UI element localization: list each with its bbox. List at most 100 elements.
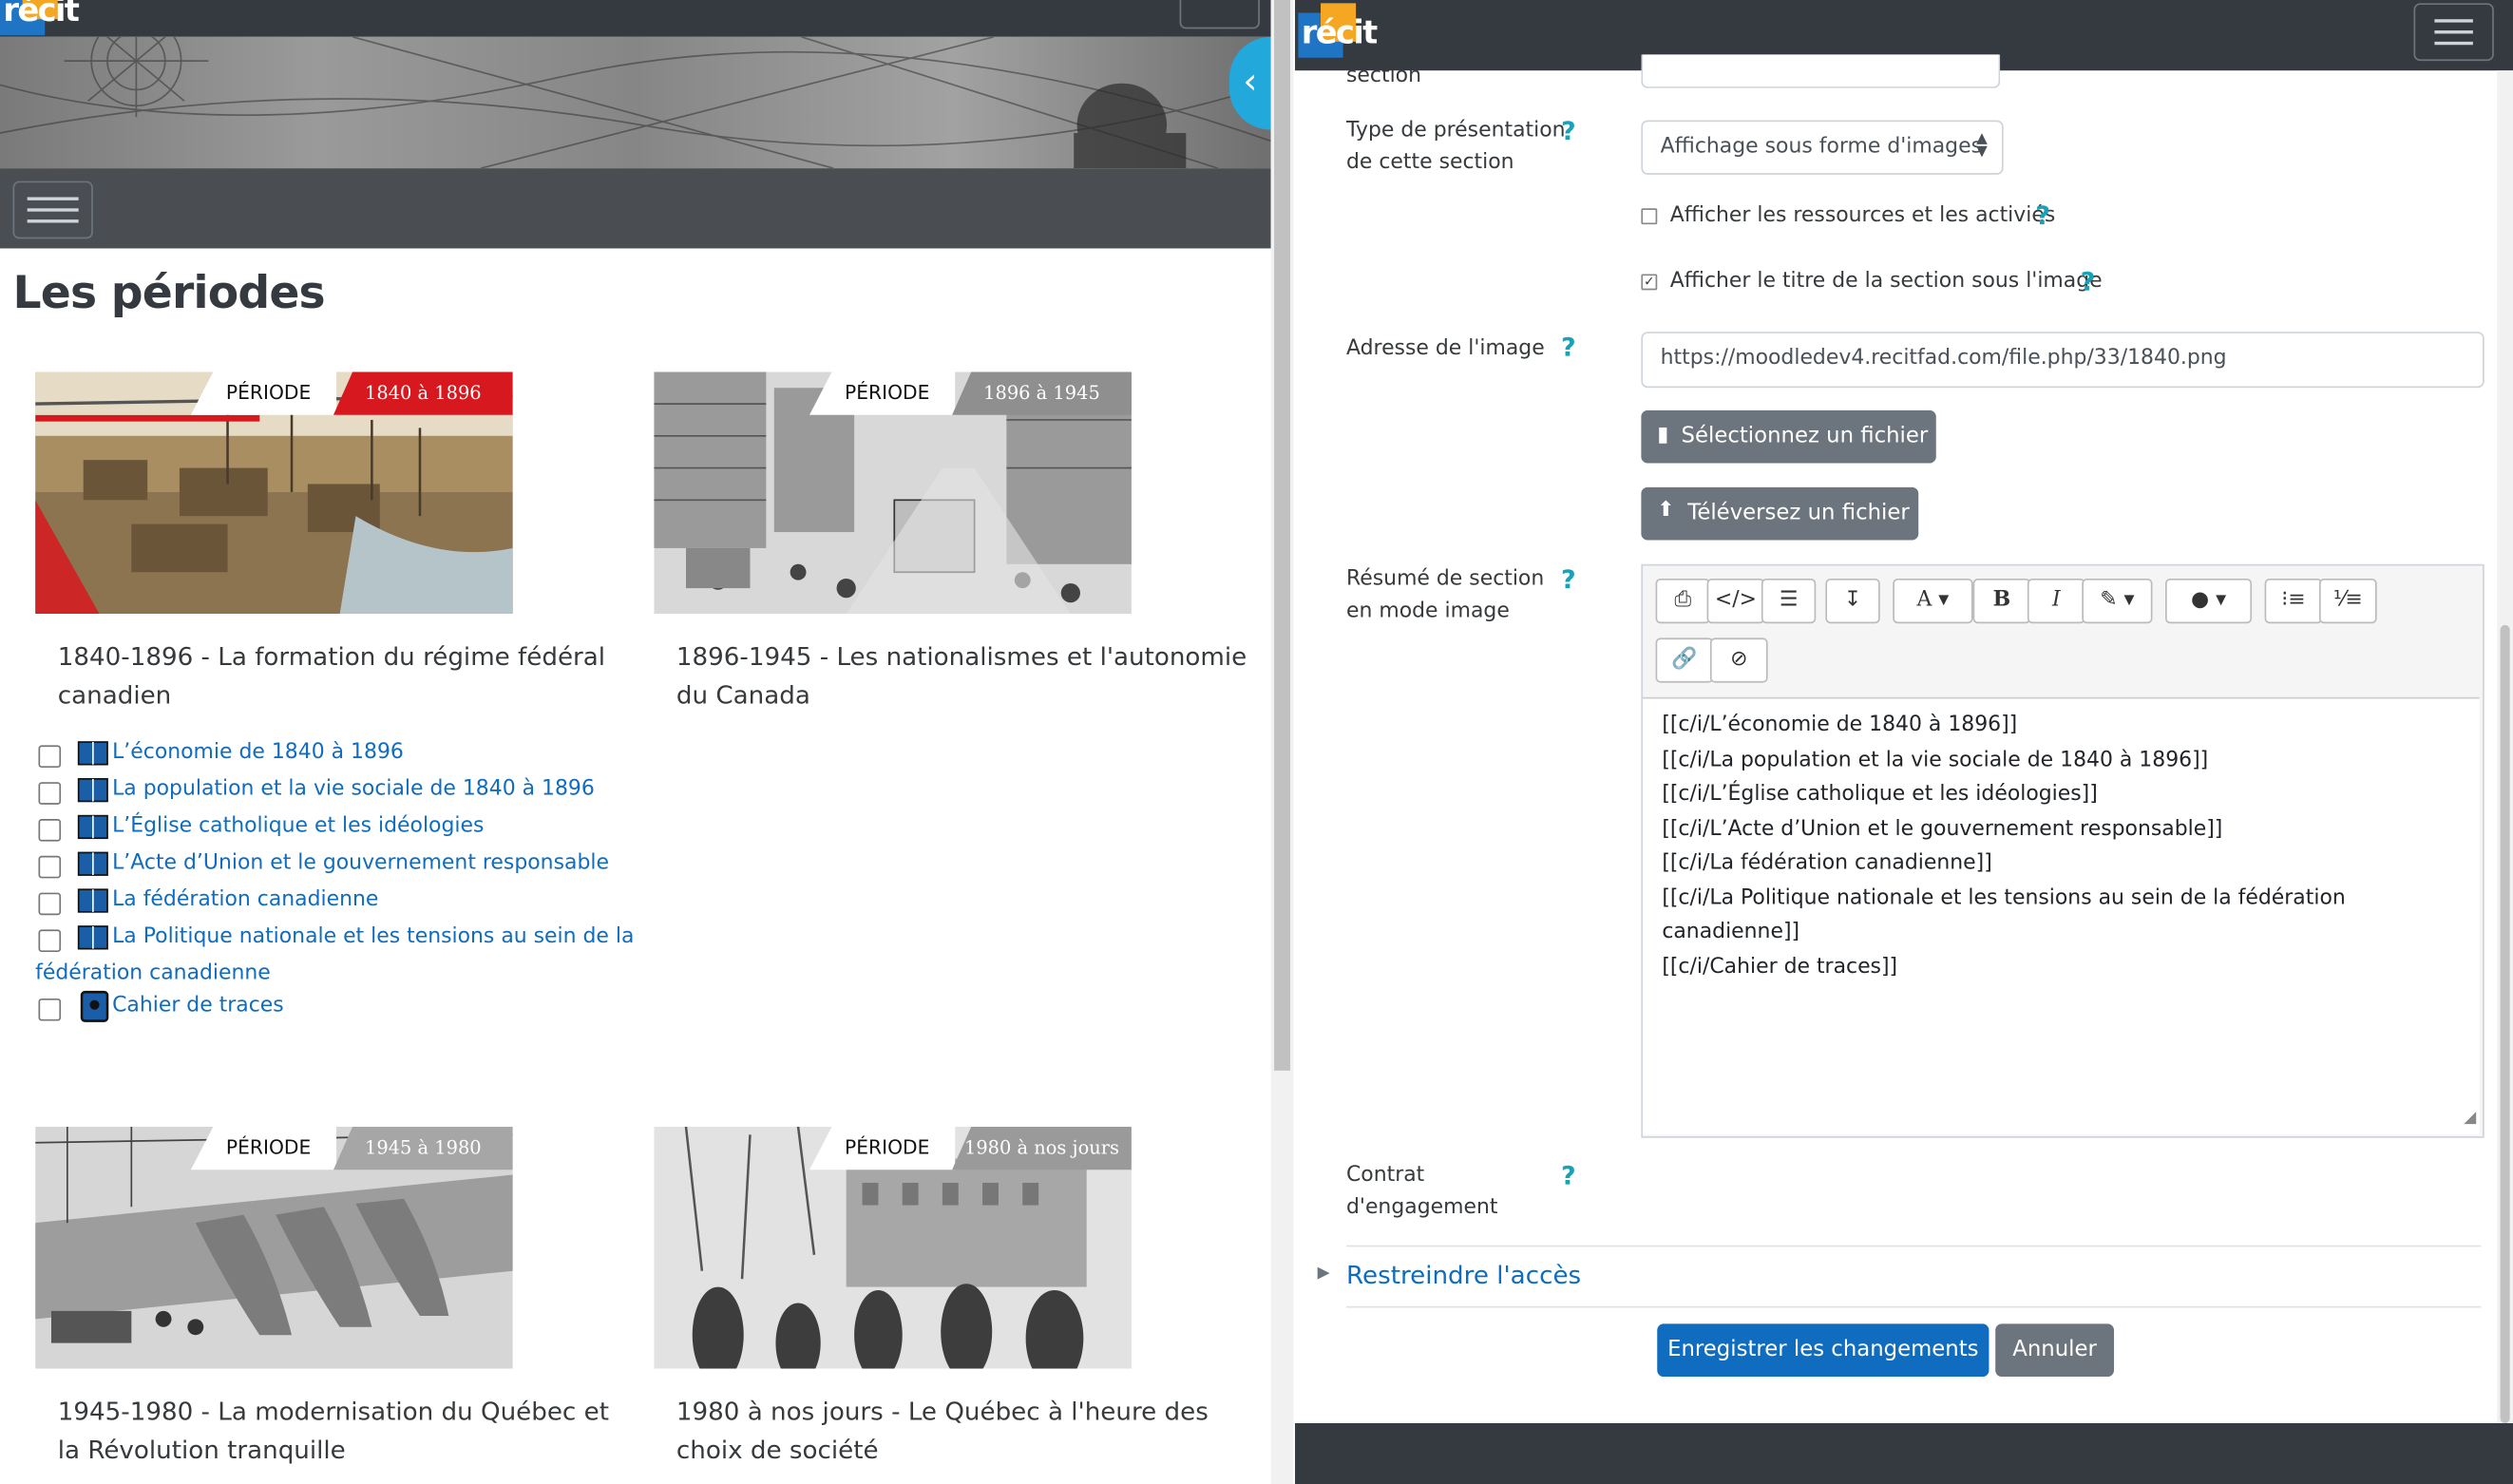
file-icon: ▮ — [1657, 423, 1669, 447]
image-address-input[interactable]: https://moodledev4.recitfad.com/file.php… — [1641, 332, 2484, 389]
book-icon — [77, 924, 109, 950]
italic-icon[interactable]: I — [2027, 578, 2085, 624]
select-file-button[interactable]: ▮ Sélectionnez un fichier — [1641, 409, 1936, 464]
menu-toggle-button[interactable] — [2413, 3, 2494, 62]
editor-line: [[c/i/L’Acte d’Union et le gouvernement … — [1662, 816, 2223, 841]
period-card-image-1840[interactable]: PÉRIODE 1840 à 1896 — [35, 371, 513, 615]
help-icon[interactable]: ? — [2081, 266, 2096, 296]
presentation-type-select[interactable]: Affichage sous forme d'images ▲ ▼ — [1641, 120, 2004, 175]
completion-checkbox[interactable] — [38, 892, 62, 916]
section-menu-toggle-button[interactable] — [12, 181, 93, 239]
course-banner-image — [0, 36, 1271, 169]
save-changes-button[interactable]: Enregistrer les changements — [1657, 1323, 1989, 1378]
period-title-1840[interactable]: 1840-1896 - La formation du régime fédér… — [58, 637, 605, 714]
secondary-navbar — [0, 168, 1271, 249]
period-range: 1980 à nos jours — [952, 1126, 1132, 1170]
resize-handle-icon[interactable]: ◢ — [2464, 1100, 2476, 1134]
page-scrollbar-thumb[interactable] — [1274, 0, 1290, 1071]
activity-link[interactable]: La population et la vie sociale de 1840 … — [112, 771, 595, 808]
editor-line: [[c/i/L’économie de 1840 à 1896]] — [1662, 713, 2018, 737]
activity-link[interactable]: Cahier de traces — [112, 987, 284, 1024]
select-arrows-icon: ▲ ▼ — [1976, 131, 1988, 161]
editor-line: [[c/i/Cahier de traces]] — [1662, 954, 1898, 979]
upload-file-button[interactable]: ⬆ Téléversez un fichier — [1641, 486, 1919, 541]
activity-link[interactable]: L’économie de 1840 à 1896 — [112, 734, 404, 771]
period-label: PÉRIODE — [190, 1126, 337, 1170]
bullet-list-icon[interactable]: ⁝≡ — [2264, 578, 2323, 624]
code-view-icon[interactable]: </> — [1706, 578, 1765, 624]
summary-label: Résumé de section en mode image — [1345, 567, 1545, 624]
font-style-dropdown-icon[interactable]: A ▾ — [1893, 578, 1973, 624]
section-name-input[interactable] — [1641, 54, 2001, 88]
link-icon[interactable]: 🔗 — [1655, 637, 1714, 683]
completion-checkbox[interactable] — [38, 855, 62, 879]
caret-right-icon[interactable]: ▶ — [1318, 1265, 1330, 1283]
help-icon[interactable]: ? — [1561, 1160, 1576, 1190]
editor-content-area[interactable]: [[c/i/L’économie de 1840 à 1896]] [[c/i/… — [1643, 696, 2480, 1135]
engagement-contract-label: Contrat d'engagement — [1345, 1163, 1498, 1220]
editor-line: canadienne]] — [1662, 920, 1800, 944]
activity-link[interactable]: L’Église catholique et les idéologies — [112, 808, 484, 845]
editor-line: [[c/i/La fédération canadienne]] — [1662, 850, 1992, 876]
completion-checkbox[interactable] — [38, 998, 62, 1021]
print-icon[interactable]: ⎙ — [1655, 578, 1710, 624]
completion-checkbox[interactable] — [38, 929, 62, 953]
checklist-icon[interactable]: ☰ — [1761, 578, 1817, 624]
completion-checkbox[interactable] — [38, 745, 62, 769]
period-card-image-1945[interactable]: PÉRIODE 1945 à 1980 — [35, 1126, 513, 1369]
period-label: PÉRIODE — [190, 371, 337, 415]
show-title-label: Afficher le titre de la section sous l'i… — [1669, 269, 2103, 294]
activity-link[interactable]: L’Acte d’Union et le gouvernement respon… — [112, 845, 609, 882]
book-icon — [77, 851, 109, 877]
period-title-1945[interactable]: 1945-1980 - La modernisation du Québec e… — [58, 1393, 609, 1470]
section-edit-pane: récit section Type de présentation de cet… — [1295, 0, 2513, 1484]
cancel-button[interactable]: Annuler — [1995, 1323, 2115, 1378]
line-break-icon[interactable]: ↧ — [1825, 578, 1880, 624]
book-icon — [77, 888, 109, 914]
editor-line: [[c/i/La Politique nationale et les tens… — [1662, 885, 2346, 910]
help-icon[interactable]: ? — [1561, 564, 1576, 595]
restrict-access-link[interactable]: Restreindre l'accès — [1346, 1262, 1581, 1290]
recit-logo[interactable]: récit — [1298, 3, 1378, 61]
section-name-label: section — [1345, 64, 1421, 88]
editor-line: [[c/i/La population et la vie sociale de… — [1662, 747, 2209, 772]
help-icon[interactable]: ? — [2035, 200, 2050, 231]
tip-dropdown-icon[interactable]: ● ▾ — [2165, 578, 2253, 624]
course-page-pane: récit ‹ Les périodes PÉRIODE 1840 à 1896… — [0, 0, 1271, 1484]
period-card-image-1980[interactable]: PÉRIODE 1980 à nos jours — [654, 1126, 1132, 1369]
help-icon[interactable]: ? — [1561, 332, 1576, 362]
form-scrollbar-thumb[interactable] — [2500, 624, 2510, 1423]
numbered-list-icon[interactable]: ⅟≡ — [2318, 578, 2377, 624]
period-range: 1840 à 1896 — [333, 371, 513, 415]
show-resources-checkbox[interactable] — [1641, 208, 1658, 225]
period-card-image-1896[interactable]: PÉRIODE 1896 à 1945 — [654, 371, 1132, 615]
show-title-checkbox[interactable]: ✓ — [1641, 274, 1658, 291]
editor-line: [[c/i/L’Église catholique et les idéolog… — [1662, 782, 2098, 807]
chevron-left-icon: ‹ — [1243, 62, 1258, 103]
period-title-1896[interactable]: 1896-1945 - Les nationalismes et l'auton… — [676, 637, 1247, 714]
divider — [1345, 1245, 2482, 1247]
menu-toggle-button[interactable] — [1179, 0, 1260, 29]
page-title: Les périodes — [12, 266, 325, 319]
period-range: 1896 à 1945 — [952, 371, 1132, 415]
activity-link[interactable]: La Politique nationale et les tensions a… — [112, 919, 634, 956]
divider — [1345, 1305, 2482, 1308]
completion-checkbox[interactable] — [38, 782, 62, 805]
book-icon — [77, 777, 109, 803]
unlink-icon[interactable]: ⊘ — [1709, 637, 1768, 683]
book-icon — [77, 740, 109, 766]
rich-text-editor: ⎙ </> ☰ ↧ A ▾ B I ✎ ▾ ● ▾ ⁝≡ ⅟≡ 🔗 ⊘ [[c/… — [1641, 563, 2484, 1138]
highlight-dropdown-icon[interactable]: ✎ ▾ — [2082, 578, 2153, 624]
book-icon — [77, 814, 109, 840]
top-navbar — [0, 0, 1271, 37]
presentation-type-label: Type de présentation de cette section — [1345, 118, 1566, 175]
completion-checkbox[interactable] — [38, 819, 62, 842]
recit-logo[interactable]: récit — [0, 0, 80, 38]
show-resources-label: Afficher les ressources et les activiés — [1669, 203, 2056, 228]
activity-link[interactable]: La fédération canadienne — [112, 882, 378, 919]
upload-icon: ⬆ — [1657, 498, 1675, 523]
bold-icon[interactable]: B — [1972, 578, 2031, 624]
help-icon[interactable]: ? — [1561, 115, 1576, 145]
period-title-1980[interactable]: 1980 à nos jours - Le Québec à l'heure d… — [676, 1393, 1209, 1470]
journal-icon — [80, 990, 109, 1023]
